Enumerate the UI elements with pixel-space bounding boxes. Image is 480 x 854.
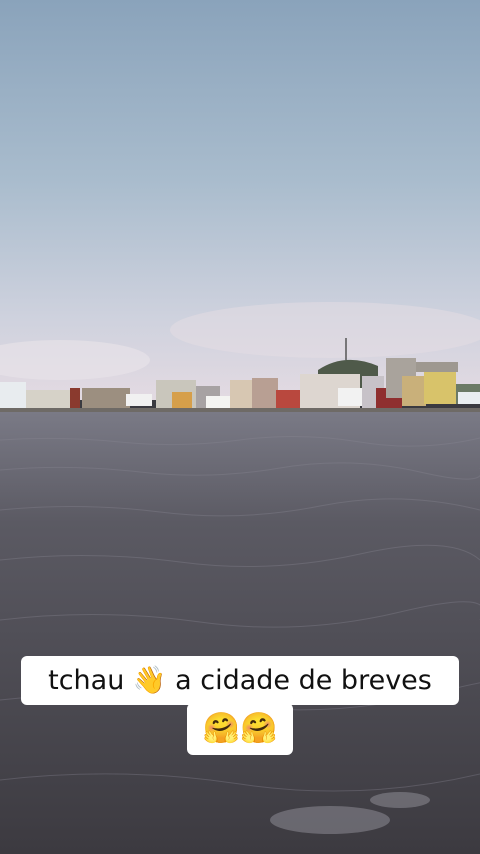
caption-line-1: tchau 👋 a cidade de breves [21, 656, 459, 705]
cloud [170, 302, 480, 358]
caption-line-2: 🤗🤗 [187, 703, 293, 755]
river-water [0, 412, 480, 854]
